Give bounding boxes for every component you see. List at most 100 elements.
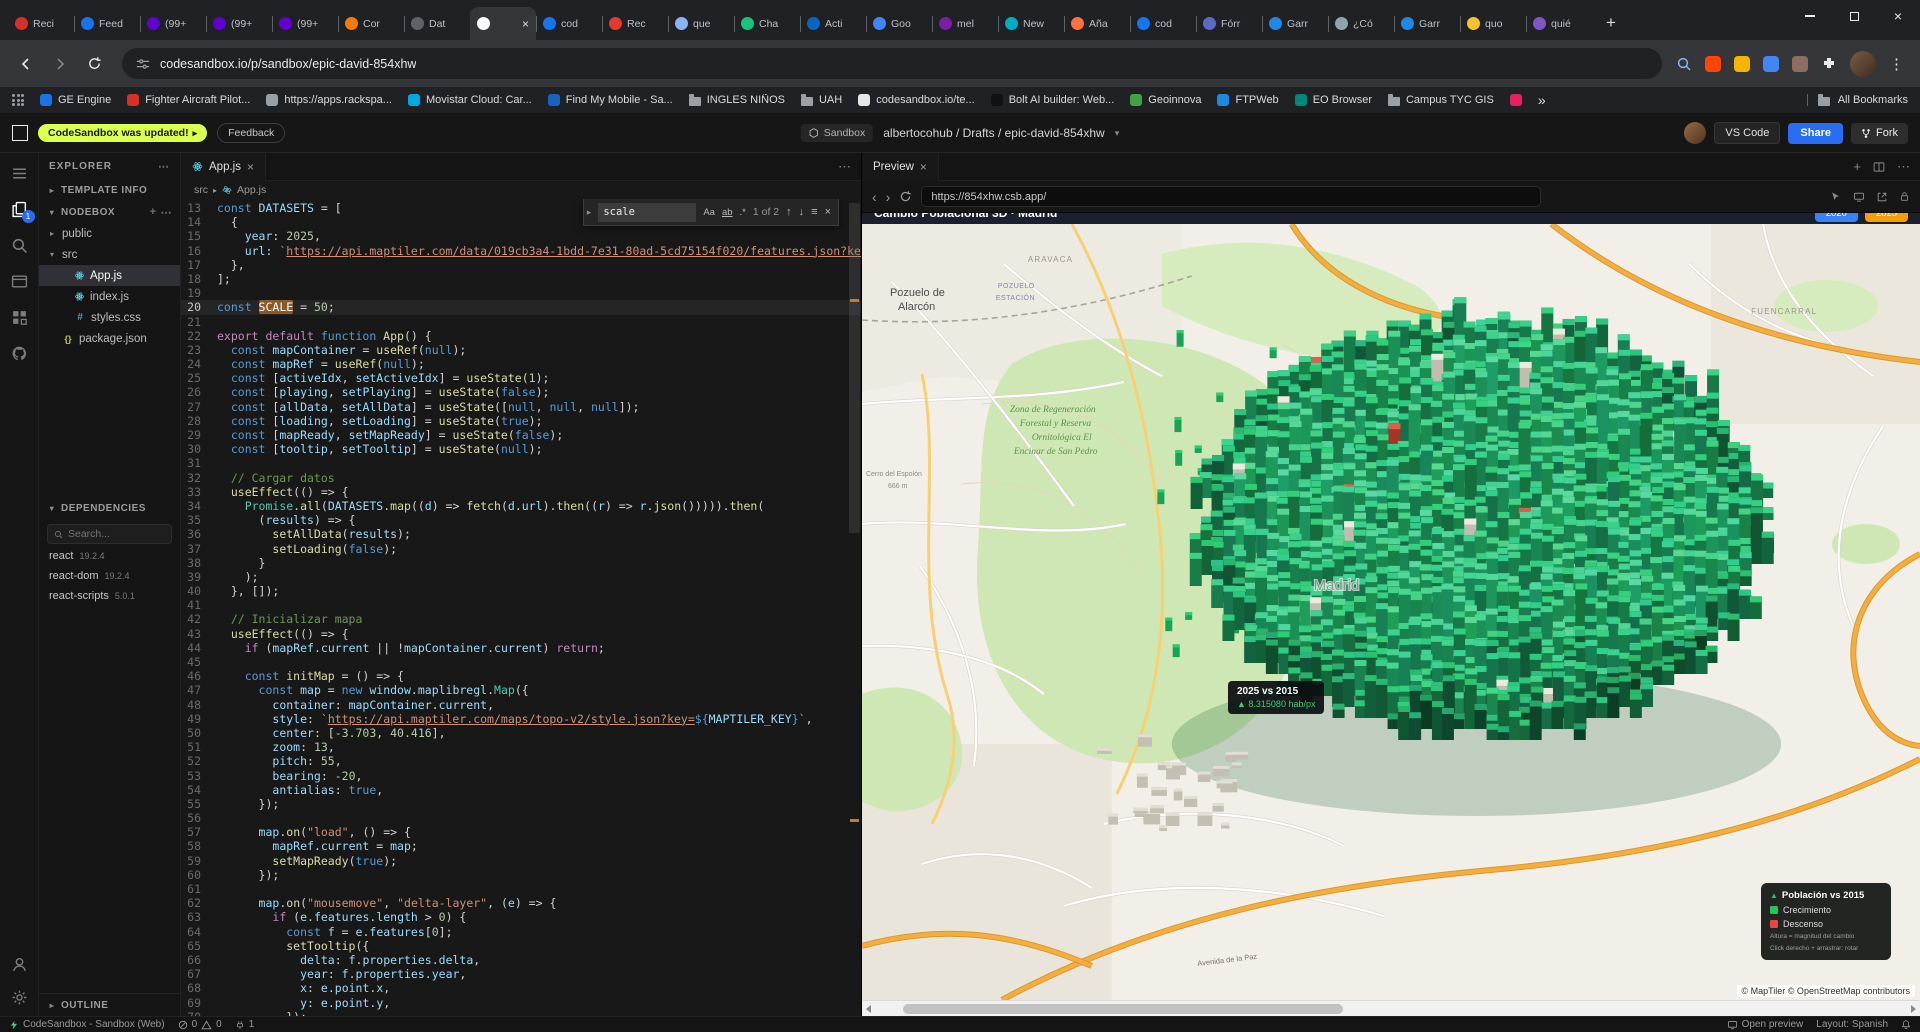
find-next-icon[interactable]: ↓ (799, 206, 805, 218)
code-line[interactable]: 27 const [allData, setAllData] = useStat… (181, 400, 861, 414)
update-badge[interactable]: CodeSandbox was updated!▸ (38, 124, 207, 142)
preview-url-field[interactable]: https://854xhw.csb.app/ (921, 186, 1541, 207)
extension-icon[interactable] (1763, 56, 1779, 72)
bookmark-item[interactable]: Movistar Cloud: Car... (408, 94, 532, 106)
code-line[interactable]: 19 (181, 286, 861, 300)
code-line[interactable]: 64 const f = e.features[0]; (181, 925, 861, 939)
section-dependencies[interactable]: ▾ DEPENDENCIES (39, 497, 180, 519)
extensions-icon[interactable] (11, 309, 28, 326)
match-case-icon[interactable]: Aa (703, 207, 715, 218)
problems-status[interactable]: 0 0 (178, 1019, 222, 1030)
browser-tab[interactable]: cod (536, 7, 602, 40)
codesandbox-logo-icon[interactable] (12, 125, 28, 141)
dependency-item[interactable]: react-dom19.2.4 (39, 570, 180, 590)
tab-close-icon[interactable]: × (522, 18, 529, 30)
browser-tab[interactable]: quié (1526, 7, 1592, 40)
more-actions-icon[interactable]: ⋯ (158, 160, 170, 173)
address-bar[interactable]: codesandbox.io/p/sandbox/epic-david-854x… (122, 48, 1662, 79)
extension-icon[interactable] (1705, 56, 1721, 72)
browser-tab[interactable]: Fórr (1196, 7, 1262, 40)
reload-button[interactable] (80, 50, 108, 78)
code-line[interactable]: 17 }, (181, 258, 861, 272)
ports-status[interactable]: 1 (235, 1019, 255, 1030)
code-line[interactable]: 69 y: e.point.y, (181, 996, 861, 1010)
map-canvas[interactable]: Pozuelo deAlarcónPOZUELOESTACIÓNARAVACAZ… (862, 224, 1920, 1000)
search-icon[interactable] (11, 237, 28, 254)
close-tab-icon[interactable]: × (247, 160, 254, 174)
section-outline[interactable]: ▸ OUTLINE (39, 994, 180, 1016)
code-line[interactable]: 26 const [playing, setPlaying] = useStat… (181, 385, 861, 399)
code-line[interactable]: 55 }); (181, 797, 861, 811)
feedback-button[interactable]: Feedback (217, 123, 285, 143)
code-line[interactable]: 36 setAllData(results); (181, 527, 861, 541)
browser-tab[interactable]: Aña (1064, 7, 1130, 40)
preview-horizontal-scrollbar[interactable] (862, 1000, 1920, 1016)
bookmark-item[interactable] (1510, 94, 1522, 106)
browser-tab[interactable]: Dat (404, 7, 470, 40)
browser-tab[interactable]: Cha (734, 7, 800, 40)
menu-icon[interactable] (11, 165, 28, 182)
code-line[interactable]: 57 map.on("load", () => { (181, 825, 861, 839)
more-actions-icon[interactable]: ⋯ (1897, 159, 1910, 175)
code-line[interactable]: 35 (results) => { (181, 513, 861, 527)
browser-tab[interactable]: Cor (338, 7, 404, 40)
open-preview-button[interactable]: Open preview (1727, 1019, 1804, 1030)
code-line[interactable]: 63 if (e.features.length > 0) { (181, 910, 861, 924)
github-icon[interactable] (11, 345, 28, 362)
whole-word-icon[interactable]: ab (722, 207, 733, 218)
code-line[interactable]: 48 container: mapContainer.current, (181, 698, 861, 712)
code-line[interactable]: 67 year: f.properties.year, (181, 967, 861, 981)
browser-tab[interactable]: Acti (800, 7, 866, 40)
browser-tab[interactable]: que (668, 7, 734, 40)
user-avatar[interactable] (1684, 122, 1706, 144)
tree-item-app-js[interactable]: App.js (39, 265, 180, 286)
code-line[interactable]: 66 delta: f.properties.delta, (181, 953, 861, 967)
open-external-icon[interactable] (1876, 191, 1888, 203)
lock-icon[interactable] (1899, 191, 1910, 202)
code-line[interactable]: 51 zoom: 13, (181, 740, 861, 754)
regex-icon[interactable]: .* (740, 207, 746, 218)
code-line[interactable]: 59 setMapReady(true); (181, 854, 861, 868)
close-tab-icon[interactable]: × (920, 160, 927, 174)
code-line[interactable]: 18]; (181, 272, 861, 286)
code-line[interactable]: 56 (181, 811, 861, 825)
code-line[interactable]: 62 map.on("mousemove", "delta-layer", (e… (181, 896, 861, 910)
scroll-right-icon[interactable] (1911, 1005, 1916, 1013)
bookmark-item[interactable]: FTPWeb (1217, 94, 1278, 106)
code-line[interactable]: 22export default function App() { (181, 329, 861, 343)
code-line[interactable]: 70 }); (181, 1010, 861, 1016)
browser-menu-icon[interactable]: ⋮ (1889, 55, 1904, 73)
code-line[interactable]: 54 antialias: true, (181, 783, 861, 797)
close-find-icon[interactable]: × (825, 206, 831, 218)
preview-forward-icon[interactable]: › (886, 190, 891, 204)
code-line[interactable]: 40 }, []); (181, 584, 861, 598)
add-panel-icon[interactable]: + (1853, 159, 1861, 174)
browser-tab[interactable]: (99+ (140, 7, 206, 40)
browser-tab[interactable]: × (470, 7, 536, 40)
browser-tab[interactable]: quo (1460, 7, 1526, 40)
site-settings-icon[interactable] (136, 57, 150, 71)
find-in-selection-icon[interactable]: ≡ (811, 206, 817, 218)
bookmark-item[interactable]: EO Browser (1295, 94, 1372, 106)
browser-tab[interactable]: mel (932, 7, 998, 40)
bookmark-item[interactable]: Campus TYC GIS (1388, 94, 1494, 106)
code-line[interactable]: 43 useEffect(() => { (181, 627, 861, 641)
scrollbar-thumb[interactable] (903, 1004, 1343, 1014)
preview-reload-icon[interactable] (899, 190, 912, 203)
share-button[interactable]: Share (1788, 123, 1843, 144)
code-line[interactable]: 60 }); (181, 868, 861, 882)
code-line[interactable]: 31 (181, 456, 861, 470)
env-badge[interactable]: Sandbox (801, 124, 873, 142)
code-line[interactable]: 52 pitch: 55, (181, 754, 861, 768)
bookmark-item[interactable]: Find My Mobile - Sa... (548, 94, 673, 106)
code-line[interactable]: 50 center: [-3.703, 40.416], (181, 726, 861, 740)
puzzle-extensions-icon[interactable] (1821, 56, 1837, 72)
code-line[interactable]: 68 x: e.point.x, (181, 981, 861, 995)
bookmark-item[interactable]: Bolt AI builder: Web... (991, 94, 1115, 106)
dependency-item[interactable]: react-scripts5.0.1 (39, 590, 180, 610)
new-tab-button[interactable]: + (1598, 10, 1624, 36)
bookmark-item[interactable]: INGLES NIÑOS (689, 94, 785, 106)
code-line[interactable]: 65 setTooltip({ (181, 939, 861, 953)
new-file-icon[interactable]: + (150, 206, 157, 218)
code-line[interactable]: 15 year: 2025, (181, 229, 861, 243)
